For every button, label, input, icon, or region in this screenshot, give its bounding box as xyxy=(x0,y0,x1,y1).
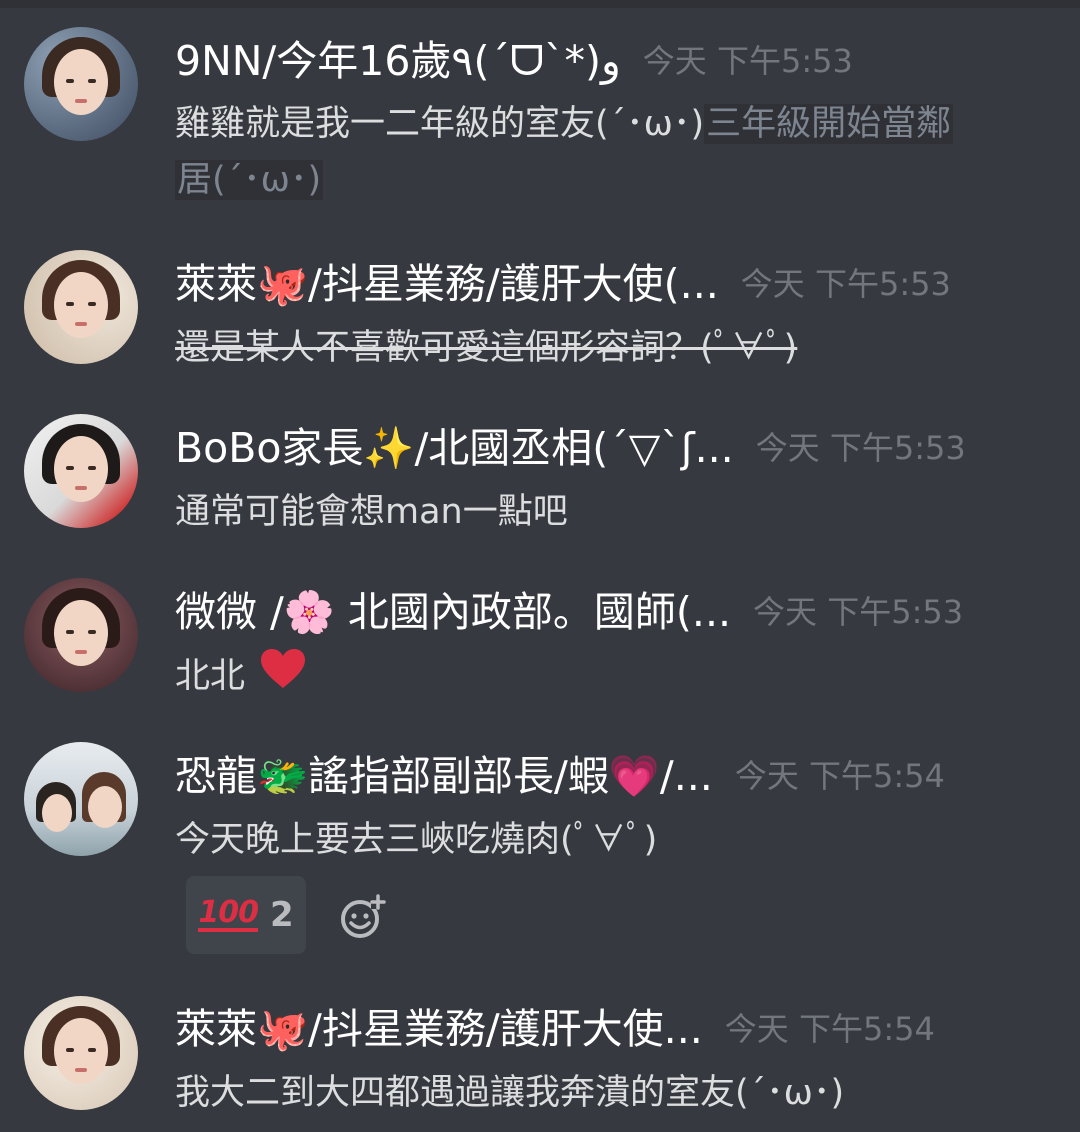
add-reaction-icon[interactable] xyxy=(338,892,388,942)
avatar[interactable] xyxy=(24,414,138,528)
username[interactable]: 萊萊🐙/抖星業務/護肝大使... xyxy=(175,1001,703,1057)
timestamp: 今天 下午5:54 xyxy=(724,1010,935,1048)
timestamp: 今天 下午5:53 xyxy=(753,593,964,631)
top-divider xyxy=(0,0,1080,8)
reaction-count: 2 xyxy=(269,895,294,935)
hundred-points-icon: 100 xyxy=(198,895,259,932)
username[interactable]: 9NN/今年16歲٩(ˊᗜˋ*)و xyxy=(175,33,621,89)
avatar[interactable] xyxy=(24,742,138,856)
avatar[interactable] xyxy=(24,996,138,1110)
timestamp: 今天 下午5:53 xyxy=(642,42,853,80)
message-text: 雞雞就是我一二年級的室友(´･ω･) xyxy=(175,104,705,144)
timestamp: 今天 下午5:54 xyxy=(734,757,945,795)
avatar[interactable] xyxy=(24,578,138,692)
message-text: 北北 xyxy=(175,656,246,697)
reaction-button[interactable]: 100 2 xyxy=(186,876,306,954)
spoiler-text[interactable]: 居(´･ω･) xyxy=(175,160,324,200)
avatar[interactable] xyxy=(24,250,138,364)
spoiler-text[interactable]: 三年級開始當鄰 xyxy=(704,104,954,144)
username[interactable]: BoBo家長✨/北國丞相(´▽`ʃ... xyxy=(175,420,734,476)
timestamp: 今天 下午5:53 xyxy=(740,265,951,303)
avatar[interactable] xyxy=(24,27,138,141)
heart-icon xyxy=(260,648,306,707)
message-text: 通常可能會想man一點吧 xyxy=(175,492,568,532)
message-text-strikethrough: 還是某人不喜歡可愛這個形容詞？(ﾟ∀ﾟ) xyxy=(175,328,798,368)
timestamp: 今天 下午5:53 xyxy=(755,429,966,467)
message-content: 雞雞就是我一二年級的室友(´･ω･)三年級開始當鄰 居(´･ω･) xyxy=(175,96,1045,208)
username[interactable]: 萊萊🐙/抖星業務/護肝大使(... xyxy=(175,256,719,312)
message-text: 今天晚上要去三峽吃燒肉(ﾟ∀ﾟ) xyxy=(175,820,658,860)
message-text: 我大二到大四都遇過讓我奔潰的室友(´･ω･) xyxy=(175,1073,845,1113)
username[interactable]: 恐龍🐲謠指部副部長/蝦💗/... xyxy=(175,748,713,804)
username[interactable]: 微微 /🌸 北國內政部。國師(... xyxy=(175,584,731,640)
